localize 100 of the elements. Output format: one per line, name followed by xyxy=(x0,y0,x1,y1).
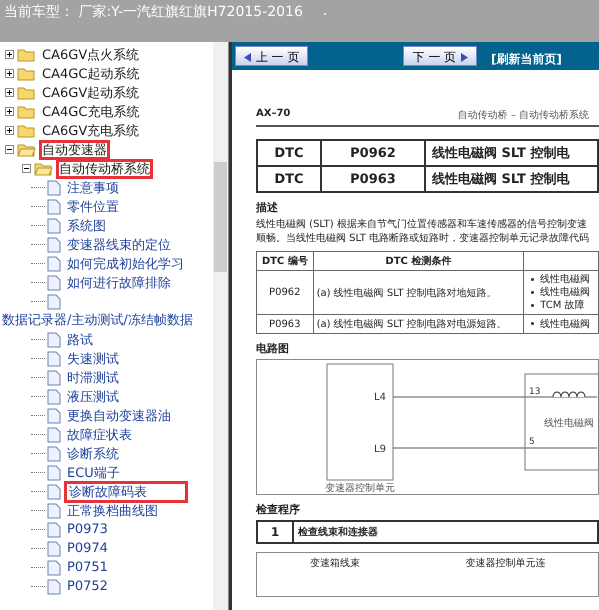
tree-item[interactable]: 失速测试 xyxy=(65,350,121,368)
collapse-icon[interactable] xyxy=(5,145,14,154)
tree-item[interactable]: 更换自动变速器油 xyxy=(65,406,173,424)
tree-item[interactable]: CA6GV充电系统 xyxy=(40,122,142,140)
table-cell: 线性电磁阀 SLT 控制电 xyxy=(425,140,598,166)
tree-item[interactable]: 系统图 xyxy=(65,216,108,234)
column-header: DTC 检测条件 xyxy=(313,252,524,270)
expand-icon[interactable] xyxy=(5,107,14,116)
tree-item[interactable]: 诊断故障码表 xyxy=(65,482,187,502)
document-icon xyxy=(47,218,61,234)
tree-item[interactable]: 自动传动桥系统 xyxy=(57,160,152,178)
refresh-page-link[interactable]: [刷新当前页] xyxy=(490,50,562,68)
tree-item[interactable]: 注意事项 xyxy=(65,178,121,196)
tree-item[interactable]: 自动变速器 xyxy=(40,140,109,158)
header-mark: . xyxy=(322,3,328,19)
description-text: 线性电磁阀 (SLT) 根据来自节气门位置传感器和车速传感器的信号控制变速 xyxy=(256,218,588,232)
tree-item[interactable]: P0751 xyxy=(65,560,110,575)
table-cell: P0962 xyxy=(321,140,425,166)
expand-icon[interactable] xyxy=(5,50,14,59)
document-icon xyxy=(47,370,61,386)
document-icon xyxy=(47,274,61,290)
document-icon xyxy=(47,180,61,196)
document-icon xyxy=(47,256,61,272)
document-icon xyxy=(47,198,61,214)
column-header: DTC 编号 xyxy=(256,252,314,270)
table-cell: P0963 xyxy=(256,314,314,334)
document-icon xyxy=(47,332,61,348)
tree-item[interactable]: 时滞测试 xyxy=(65,368,121,386)
vehicle-model-label: 当前车型： 厂家:Y-一汽红旗红旗H72015-2016 xyxy=(4,3,303,21)
step-number: 1 xyxy=(258,522,294,542)
table-cell: P0962 xyxy=(256,270,314,314)
document-icon xyxy=(47,426,61,442)
connector-label: 变速器控制单元连 xyxy=(465,556,546,571)
tree-item[interactable]: 故障症状表 xyxy=(65,426,134,444)
tree-item[interactable]: ECU端子 xyxy=(65,464,122,482)
tree-item[interactable]: 诊断系统 xyxy=(65,444,121,462)
previous-page-button[interactable]: 上 一 页 xyxy=(235,46,308,66)
tree-item[interactable]: 正常换档曲线图 xyxy=(65,502,160,520)
bullet-icon xyxy=(531,322,534,326)
tree-item[interactable]: P0974 xyxy=(65,541,110,556)
cause-item: TCM 故障 xyxy=(540,300,585,311)
folder-icon xyxy=(17,47,36,62)
tree-item[interactable]: 如何完成初始化学习 xyxy=(65,254,186,272)
section-heading: 检查程序 xyxy=(256,502,301,517)
document-icon xyxy=(47,540,61,556)
tree-item[interactable]: 数据记录器/主动测试/冻结帧数据 xyxy=(0,311,213,330)
document-icon xyxy=(47,578,61,594)
section-heading: 描述 xyxy=(256,200,279,215)
tree-item[interactable]: 液压测试 xyxy=(65,388,121,406)
tree-item[interactable]: CA4GC充电系统 xyxy=(40,102,142,120)
expand-icon[interactable] xyxy=(5,88,14,97)
cause-item: 线性电磁阀 xyxy=(540,318,590,330)
page-title: 自动传动桥 – 自动传动桥系统 xyxy=(458,108,590,122)
table-cell: 线性电磁阀 SLT 控制电 xyxy=(425,166,598,192)
pin-label: 13 xyxy=(529,387,540,397)
cause-item: 线性电磁阀 xyxy=(540,287,590,298)
coil-drawing xyxy=(552,392,586,398)
tree-item[interactable]: P0752 xyxy=(65,579,110,594)
page-code: AX–70 xyxy=(256,108,290,121)
valve-label: 线性电磁阀 xyxy=(544,418,594,429)
document-icon xyxy=(47,464,61,480)
folder-icon xyxy=(17,85,36,100)
expand-icon[interactable] xyxy=(5,69,14,78)
document-icon xyxy=(47,560,61,576)
document-icon xyxy=(47,408,61,424)
table-cell: (a) 线性电磁阀 SLT 控制电路对地短路。 xyxy=(313,270,524,314)
left-arrow-icon xyxy=(244,53,252,62)
document-icon xyxy=(47,294,61,310)
tree-item[interactable]: CA6GV起动系统 xyxy=(40,84,142,102)
tree-item[interactable]: CA6GV点火系统 xyxy=(40,46,142,64)
document-icon xyxy=(47,484,61,500)
next-page-button[interactable]: 下 一 页 xyxy=(403,46,477,66)
folder-icon xyxy=(17,104,36,119)
document-icon xyxy=(47,388,61,404)
connector-label: 变速箱线束 xyxy=(310,556,360,571)
bullet-icon xyxy=(531,304,534,307)
document-icon xyxy=(47,446,61,462)
pin-label: L4 xyxy=(374,392,386,403)
folder-icon xyxy=(17,66,36,81)
step-text: 检查线束和连接器 xyxy=(296,526,378,539)
expand-icon[interactable] xyxy=(5,126,14,135)
description-text: 顺畅。当线性电磁阀 SLT 电路断路或短路时，变速器控制单元记录故障代码 xyxy=(256,232,590,246)
folder-icon xyxy=(17,123,36,138)
scrollbar[interactable] xyxy=(213,42,228,610)
pin-label: L9 xyxy=(374,444,386,455)
tree-item[interactable]: 变速器线束的定位 xyxy=(65,236,173,254)
tree-item[interactable]: 零件位置 xyxy=(65,198,121,216)
tree-item[interactable]: CA4GC起动系统 xyxy=(40,64,142,82)
pin-label: 5 xyxy=(529,437,535,447)
folder-icon xyxy=(34,161,53,176)
tree-item[interactable]: P0973 xyxy=(65,522,110,537)
folder-icon xyxy=(17,142,36,157)
tree-item[interactable]: 路试 xyxy=(65,330,95,348)
right-arrow-icon xyxy=(460,53,468,62)
tree-item[interactable]: 如何进行故障排除 xyxy=(65,274,173,292)
document-icon xyxy=(47,236,61,252)
table-cell: DTC xyxy=(257,166,321,192)
section-heading: 电路图 xyxy=(256,341,290,356)
document-icon xyxy=(47,350,61,366)
collapse-icon[interactable] xyxy=(22,164,31,173)
